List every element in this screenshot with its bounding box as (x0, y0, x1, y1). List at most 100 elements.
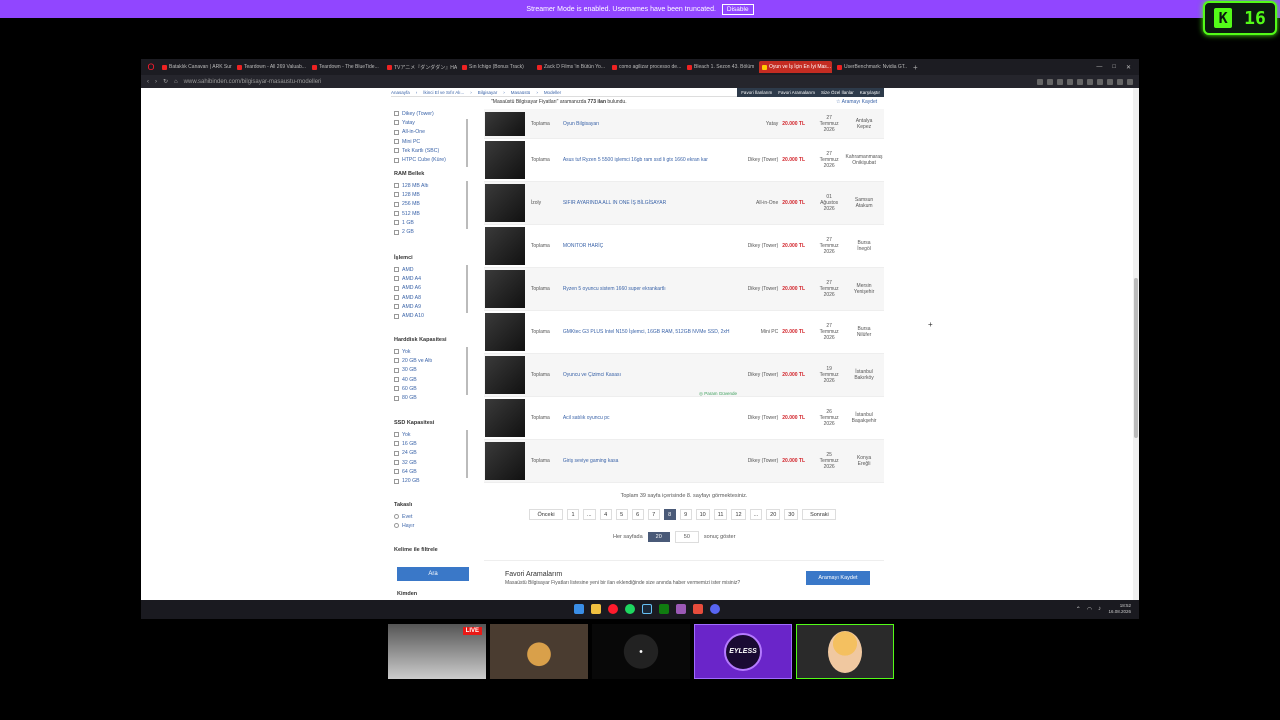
url-field[interactable]: www.sahibinden.com/bilgisayar-masaustu-m… (184, 79, 322, 85)
listing-thumbnail[interactable] (485, 184, 525, 222)
filter-option[interactable]: 2 GB (394, 227, 474, 236)
listing-title[interactable]: GMKtec G3 PLUS Intel N150 İşlemci, 16GB … (563, 329, 739, 335)
listing-thumbnail[interactable] (485, 356, 525, 394)
extension-icon[interactable] (1117, 78, 1123, 85)
listing-thumbnail[interactable] (485, 313, 525, 351)
next-page-button[interactable]: Sonraki (802, 509, 837, 520)
filter-scrollbar[interactable] (466, 430, 468, 478)
checkbox-icon[interactable] (394, 349, 399, 355)
listing-row[interactable]: Toplama Oyun Bilgisayarı Yatay 20.000 TL 27 T… (484, 109, 884, 139)
save-search-link[interactable]: ☆ Aramayı Kaydet (836, 99, 877, 105)
discord-icon[interactable] (710, 604, 720, 614)
browser-tab[interactable]: Teardown - All 269 Valuab... (234, 61, 307, 73)
speaker-icon[interactable]: ♪ (1098, 606, 1101, 613)
listing-thumbnail[interactable] (485, 270, 525, 308)
breadcrumb-item[interactable]: Masaüstü (511, 90, 531, 95)
listing-thumbnail[interactable] (485, 227, 525, 265)
network-icon[interactable]: ◠ (1087, 606, 1092, 613)
browser-tab[interactable]: TVアニメ『ダンダダン』HAYAGI... (384, 61, 457, 73)
app-icon[interactable] (693, 604, 703, 614)
checkbox-icon[interactable] (394, 276, 399, 282)
listing-thumbnail[interactable] (485, 111, 525, 136)
listing-row[interactable]: Toplama Giriş seviye gaming kasa Dikey (To… (484, 440, 884, 483)
checkbox-icon[interactable] (394, 192, 399, 198)
filter-option[interactable]: 1 GB (394, 218, 474, 227)
page-button[interactable]: 5 (615, 509, 628, 520)
listing-row[interactable]: İzoly SIFIR AYARINDA ALL IN ONE İŞ BİLGİS… (484, 182, 884, 225)
checkbox-icon[interactable] (394, 220, 399, 226)
extension-icon[interactable] (1057, 78, 1063, 85)
browser-tab[interactable]: como agilizar processo de... (609, 61, 682, 73)
filter-option[interactable]: 80 GB (394, 393, 474, 402)
chevron-up-icon[interactable]: ⌃ (1076, 606, 1081, 613)
maximize-icon[interactable]: □ (1112, 64, 1116, 71)
filter-option[interactable]: 512 MB (394, 209, 474, 218)
listing-row[interactable]: Toplama Oyuncu ve Çizimci Kasası Dikey (To… (484, 354, 884, 397)
filter-option[interactable]: All-in-One (394, 128, 474, 137)
browser-tab[interactable]: Teardown - The BlueTide... (309, 61, 382, 73)
listing-title[interactable]: Asus tuf Ryzen 5 5500 işlemci 16gb ram s… (563, 157, 739, 163)
filter-option[interactable]: Tek Kartlı (SBC) (394, 146, 474, 155)
page-button[interactable]: 9 (679, 509, 692, 520)
checkbox-icon[interactable] (394, 129, 399, 135)
filter-option[interactable]: AMD (394, 265, 474, 274)
app-icon[interactable] (676, 604, 686, 614)
file-explorer-icon[interactable] (591, 604, 601, 614)
browser-tab[interactable]: Bleach 1. Sezon 43. Bölüm (684, 61, 757, 73)
checkbox-icon[interactable] (394, 139, 399, 145)
user-nav-item[interactable]: Favori Aramalarım (778, 90, 815, 95)
listing-title[interactable]: Giriş seviye gaming kasa (563, 458, 739, 464)
page-button[interactable]: 6 (631, 509, 644, 520)
checkbox-icon[interactable] (394, 148, 399, 154)
checkbox-icon[interactable] (394, 367, 399, 373)
listing-thumbnail[interactable] (485, 442, 525, 480)
filter-option[interactable]: Yok (394, 347, 474, 356)
listing-thumbnail[interactable] (485, 399, 525, 437)
extension-icon[interactable] (1097, 78, 1103, 85)
user-nav-item[interactable]: Favori İlanlarım (741, 90, 772, 95)
steam-icon[interactable] (642, 604, 652, 614)
previous-page-button[interactable]: Önceki (529, 509, 563, 520)
breadcrumb-item[interactable]: Anasayfa (391, 90, 410, 95)
filter-scrollbar[interactable] (466, 347, 468, 395)
filter-scrollbar[interactable] (466, 119, 468, 167)
filter-option[interactable]: 20 GB ve Altı (394, 356, 474, 365)
browser-tab[interactable]: UserBenchmark: Nvidia GT... (834, 61, 907, 73)
filter-option[interactable]: Yatay (394, 118, 474, 127)
listing-row[interactable]: Toplama GMKtec G3 PLUS Intel N150 İşlemci… (484, 311, 884, 354)
checkbox-icon[interactable] (394, 304, 399, 310)
filter-option[interactable]: Evet (394, 512, 474, 521)
checkbox-icon[interactable] (394, 432, 399, 438)
minimize-icon[interactable]: — (1096, 64, 1102, 71)
cam-tile[interactable] (592, 624, 690, 679)
browser-tab[interactable]: Zack D Films 'in Bütün Yo... (534, 61, 607, 73)
radio-icon[interactable] (394, 514, 399, 520)
breadcrumb-item[interactable]: İkinci El ve Sıfır Alı... (423, 90, 464, 95)
user-nav-item[interactable]: Karşılaştır (860, 90, 880, 95)
page-button[interactable]: 30 (784, 509, 799, 520)
opera-icon[interactable] (608, 604, 618, 614)
scrollbar[interactable] (1133, 88, 1139, 600)
listing-thumbnail[interactable] (485, 141, 525, 179)
filter-option[interactable]: 60 GB (394, 384, 474, 393)
extension-icon[interactable] (1087, 78, 1093, 85)
listing-title[interactable]: Oyuncu ve Çizimci Kasası (563, 372, 739, 378)
xbox-icon[interactable] (659, 604, 669, 614)
filter-option[interactable]: 128 MB (394, 190, 474, 199)
extension-icon[interactable] (1037, 78, 1043, 85)
per-page-option[interactable]: 20 (647, 532, 670, 542)
home-icon[interactable]: ⌂ (174, 79, 178, 85)
extension-icon[interactable] (1077, 78, 1083, 85)
page-button[interactable]: 20 (766, 509, 781, 520)
clock[interactable]: 18:52 16.08.2026 (1108, 603, 1131, 615)
filter-option[interactable]: Hayır (394, 521, 474, 530)
windows-start-icon[interactable] (574, 604, 584, 614)
filter-option[interactable]: AMD A10 (394, 311, 474, 320)
checkbox-icon[interactable] (394, 295, 399, 301)
filter-option[interactable]: 24 GB (394, 449, 474, 458)
search-button[interactable]: Ara (397, 567, 469, 581)
listing-row[interactable]: Toplama MONITOR HARİÇ Dikey (Tower) 20.000 … (484, 225, 884, 268)
checkbox-icon[interactable] (394, 441, 399, 447)
breadcrumb-item[interactable]: Bilgisayar (478, 90, 498, 95)
listing-title[interactable]: MONITOR HARİÇ (563, 243, 739, 249)
